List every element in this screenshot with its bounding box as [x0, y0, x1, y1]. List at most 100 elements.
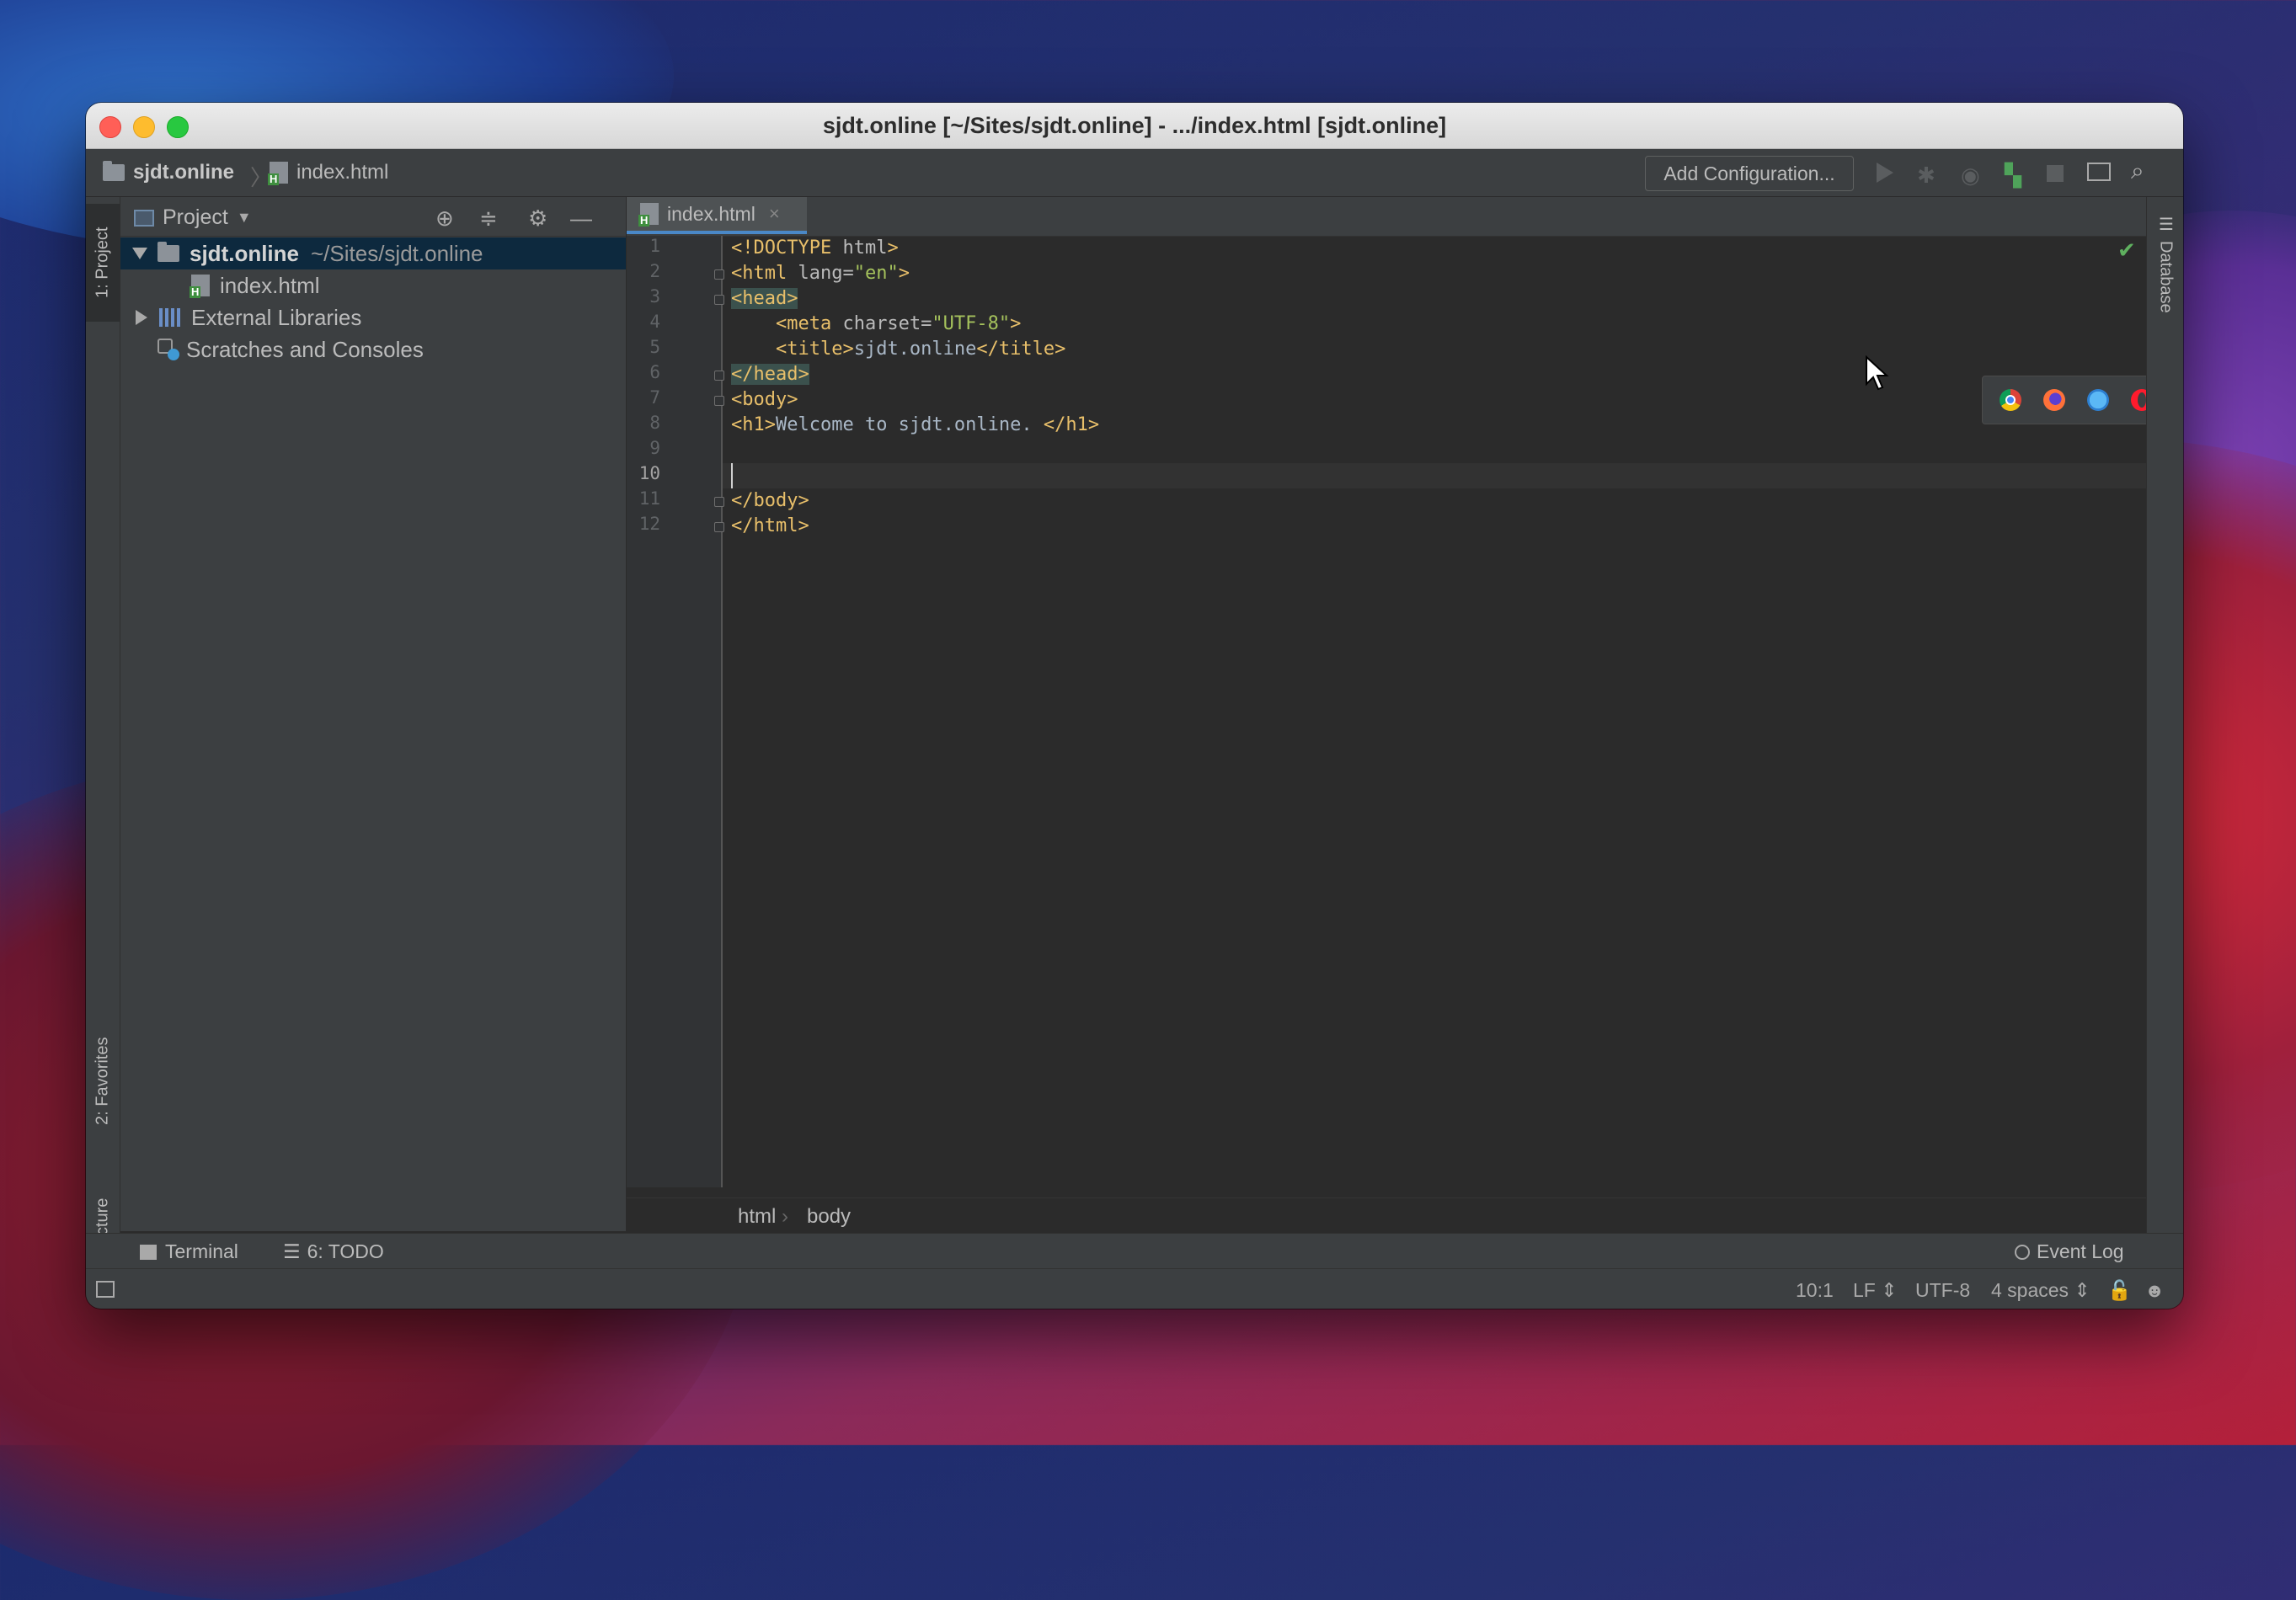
locate-icon[interactable]: ⊕: [435, 205, 454, 232]
tab-database[interactable]: ☰ Database: [2147, 214, 2183, 340]
project-icon: [134, 209, 154, 227]
tree-file-index-html[interactable]: index.html: [120, 269, 626, 301]
nav-file-label: index.html: [296, 161, 389, 184]
left-tool-strip: 1: Project 2: Favorites 7: Structure: [86, 197, 120, 1285]
root-project-name: sjdt.online: [190, 240, 299, 266]
tab-favorites[interactable]: 2: Favorites: [86, 1005, 120, 1157]
line-number: 9: [649, 438, 660, 458]
title-bar: sjdt.online [~/Sites/sjdt.online] - .../…: [86, 103, 2183, 149]
inspection-ok-icon[interactable]: ✔: [2117, 237, 2136, 264]
project-panel-header: Project ▼ ⊕ ≑ ⚙ —: [120, 197, 626, 237]
expand-arrow-icon[interactable]: [132, 248, 147, 259]
code-line-7: <body>: [731, 389, 798, 410]
status-bar: 10:1 LF ⇕ UTF-8 4 spaces ⇕ 🔓 ☻: [86, 1268, 2183, 1309]
run-icon[interactable]: [1877, 163, 1898, 184]
code-area[interactable]: <!DOCTYPE html> <html lang="en"> <head> …: [723, 236, 2146, 1187]
code-line-11: </body>: [731, 490, 809, 511]
editor: index.html × 1 2 3 4 5 6 7 8 9 10 11 12: [627, 197, 2172, 1231]
tab-project[interactable]: 1: Project: [86, 204, 120, 322]
safari-icon[interactable]: [2087, 389, 2109, 411]
editor-tab-label: index.html: [667, 202, 756, 225]
current-line-highlight: [723, 463, 2146, 488]
tree-root-project[interactable]: sjdt.online ~/Sites/sjdt.online: [120, 237, 626, 269]
close-tab-icon[interactable]: ×: [769, 203, 780, 225]
code-line-3: <head>: [731, 288, 798, 309]
line-separator[interactable]: LF ⇕: [1853, 1279, 1898, 1302]
terminal-button[interactable]: Terminal: [140, 1240, 238, 1263]
line-number: 12: [638, 514, 660, 534]
add-configuration-button[interactable]: Add Configuration...: [1645, 156, 1854, 191]
gear-icon[interactable]: ⚙: [528, 205, 547, 232]
profile-icon[interactable]: ▚: [2005, 163, 2026, 188]
root-project-path: ~/Sites/sjdt.online: [311, 240, 483, 266]
ide-window: sjdt.online [~/Sites/sjdt.online] - .../…: [86, 103, 2183, 1309]
mouse-pointer-icon: [1866, 355, 1889, 391]
library-icon: [159, 308, 183, 327]
line-number: 10: [638, 463, 660, 483]
code-line-1: <!DOCTYPE html>: [731, 237, 899, 259]
html-file-icon: [268, 162, 288, 185]
tree-external-libraries[interactable]: External Libraries: [120, 301, 626, 333]
nav-file[interactable]: index.html: [268, 161, 389, 185]
tree-scratches[interactable]: Scratches and Consoles: [120, 333, 626, 365]
terminal-label: Terminal: [165, 1240, 238, 1262]
indent-setting[interactable]: 4 spaces ⇕: [1991, 1279, 2090, 1302]
html-file-icon: [190, 275, 210, 298]
html-file-icon: [638, 203, 659, 227]
external-libraries-label: External Libraries: [191, 304, 362, 330]
todo-label: 6: TODO: [307, 1240, 384, 1262]
line-number: 3: [649, 286, 660, 307]
line-number: 7: [649, 387, 660, 408]
hide-panel-icon[interactable]: —: [570, 205, 592, 232]
editor-tab-bar: index.html ×: [627, 197, 2146, 237]
scratches-icon: [158, 339, 179, 360]
coverage-icon[interactable]: ◉: [1961, 163, 1983, 188]
chevron-down-icon: ▼: [236, 209, 252, 226]
expand-arrow-icon[interactable]: [136, 310, 147, 325]
lock-icon[interactable]: 🔓: [2107, 1279, 2132, 1302]
search-icon[interactable]: ⌕: [2131, 157, 2153, 184]
right-tool-strip: ☰ Database: [2146, 197, 2183, 1233]
firefox-icon[interactable]: [2043, 389, 2065, 411]
file-encoding[interactable]: UTF-8: [1915, 1279, 1970, 1302]
line-number: 2: [649, 261, 660, 281]
folder-icon: [158, 242, 179, 262]
chrome-icon[interactable]: [2000, 389, 2021, 411]
scratches-label: Scratches and Consoles: [186, 336, 424, 362]
editor-breadcrumbs: html › body: [627, 1197, 2146, 1234]
breadcrumb-body[interactable]: body: [807, 1205, 851, 1229]
inspector-icon[interactable]: ☻: [2144, 1279, 2165, 1302]
list-icon: ☰: [283, 1240, 301, 1262]
project-view-dropdown[interactable]: Project ▼: [134, 205, 252, 230]
text-caret: [731, 463, 733, 488]
caret-position[interactable]: 10:1: [1796, 1279, 1834, 1302]
tree-file-label: index.html: [220, 272, 320, 298]
nav-project[interactable]: sjdt.online: [103, 161, 234, 184]
project-panel: Project ▼ ⊕ ≑ ⚙ — sjdt.online ~/Sites/sj…: [120, 197, 627, 1231]
todo-button[interactable]: ☰ 6: TODO: [283, 1240, 384, 1263]
event-log-label: Event Log: [2037, 1240, 2124, 1262]
line-number: 11: [638, 488, 660, 509]
nav-project-label: sjdt.online: [133, 161, 234, 184]
line-number: 8: [649, 413, 660, 433]
tab-database-label: Database: [2156, 241, 2176, 313]
breadcrumb-separator: ›: [782, 1205, 788, 1228]
breadcrumb-html[interactable]: html: [738, 1205, 776, 1229]
editor-tab-index-html[interactable]: index.html ×: [627, 197, 807, 234]
code-line-8: <h1>Welcome to sjdt.online. </h1>: [731, 414, 1100, 435]
toggle-tool-windows-icon[interactable]: [96, 1281, 115, 1298]
collapse-all-icon[interactable]: ≑: [479, 205, 498, 232]
line-number: 6: [649, 362, 660, 382]
project-structure-icon[interactable]: [2087, 163, 2111, 181]
debug-icon[interactable]: ✱: [1917, 163, 1939, 188]
code-line-5: <title>sjdt.online</title>: [731, 339, 1066, 360]
project-panel-title: Project: [163, 205, 228, 229]
event-log-button[interactable]: Event Log: [2015, 1240, 2124, 1263]
line-number: 4: [649, 312, 660, 332]
stop-icon[interactable]: [2047, 165, 2064, 182]
open-in-browser-popup: [1982, 376, 2172, 424]
tab-favorites-label: 2: Favorites: [93, 1037, 112, 1126]
code-line-2: <html lang="en">: [731, 263, 910, 284]
line-number-gutter: 1 2 3 4 5 6 7 8 9 10 11 12: [627, 236, 724, 1187]
folder-icon: [103, 161, 125, 181]
